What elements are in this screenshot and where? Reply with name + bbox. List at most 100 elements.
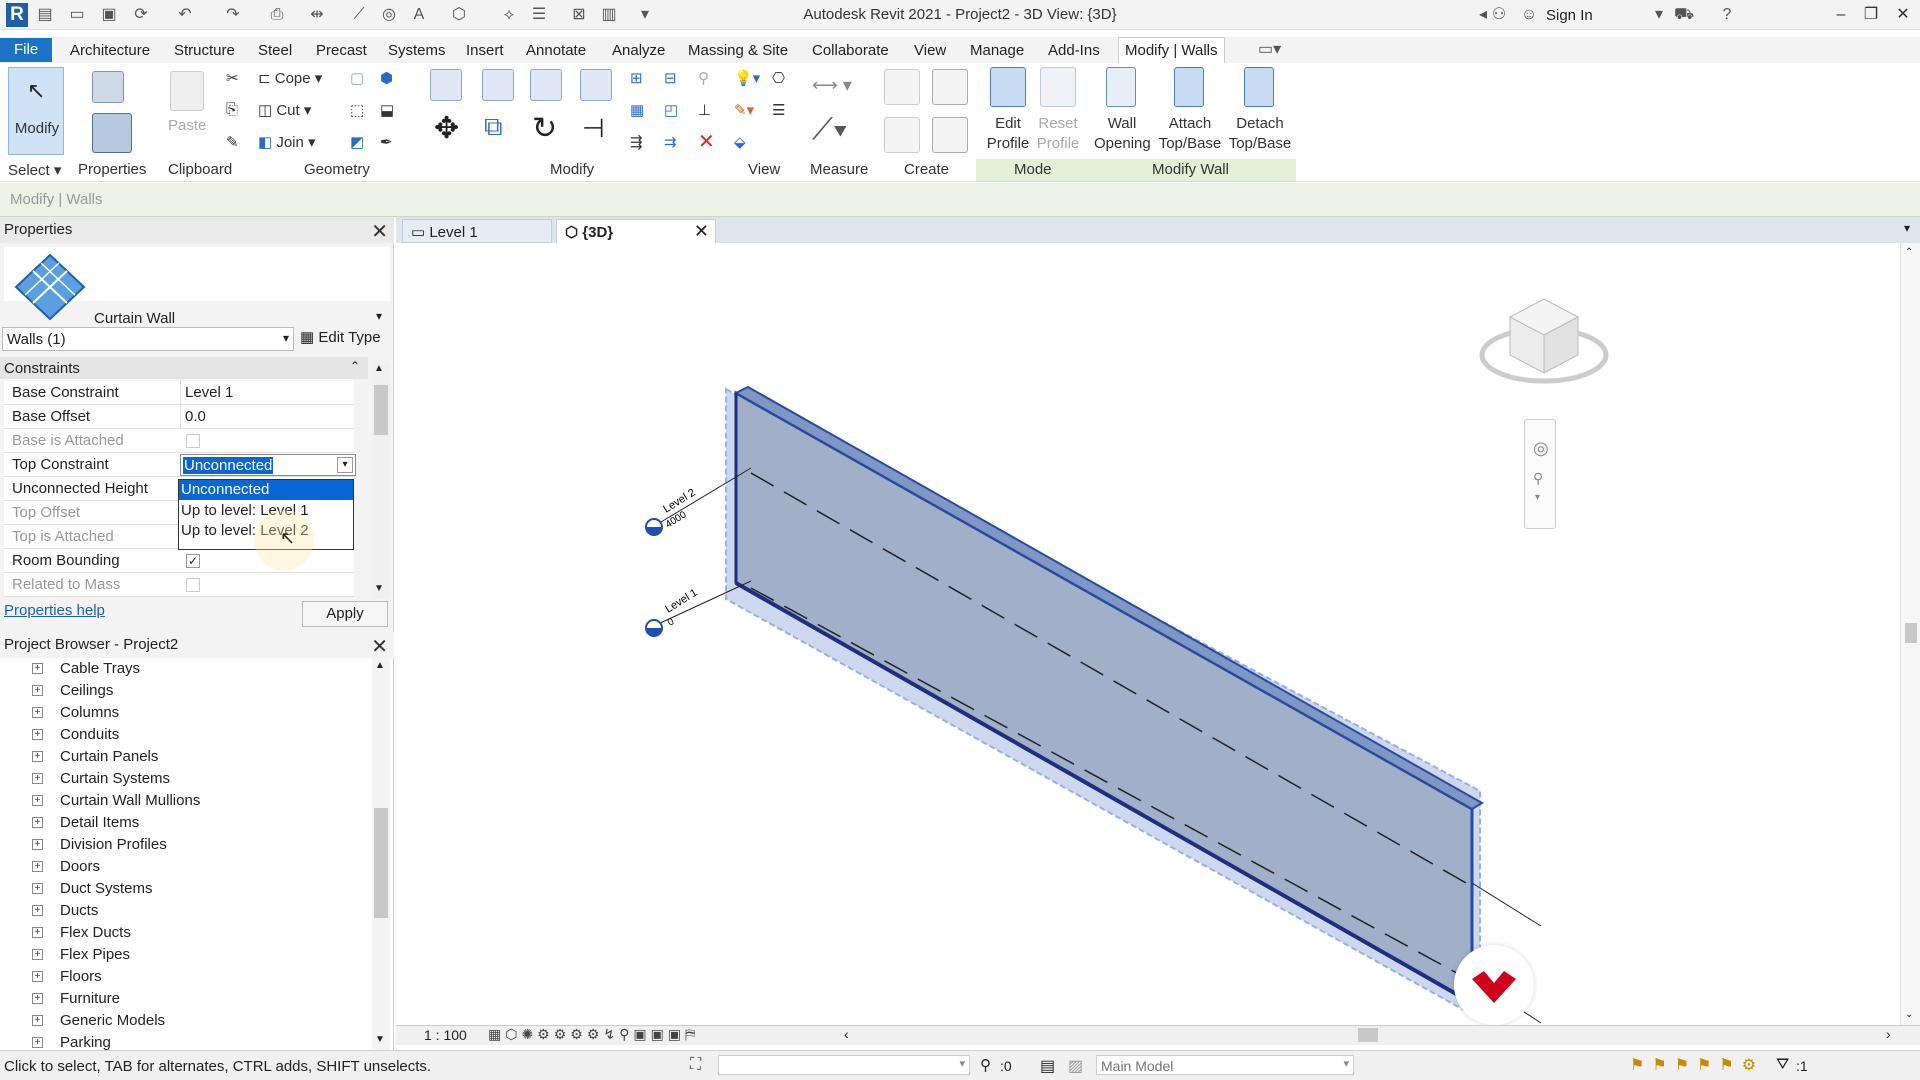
select-panel[interactable]: Select ▾	[8, 161, 61, 179]
tab-annotate[interactable]: Annotate	[520, 40, 592, 62]
scroll-down-icon[interactable]: ⌄	[1905, 1009, 1913, 1020]
expand-icon[interactable]: +	[32, 817, 43, 828]
tree-item[interactable]: + Columns	[0, 702, 370, 724]
trim-icon[interactable]: ⊣	[582, 113, 605, 144]
scale-icon[interactable]: ◰	[664, 101, 678, 119]
view-canvas[interactable]: Level 2 4000 Level 1 0 ◎ ⚲ ▾	[396, 243, 1900, 1025]
mirror-draw-icon[interactable]	[580, 69, 612, 101]
extend-icon[interactable]: ⇉	[664, 133, 677, 151]
measure-distance-icon[interactable]: ⟋▾	[812, 113, 848, 147]
tree-item[interactable]: + Parking	[0, 1032, 370, 1050]
aligned-dimension-icon[interactable]: ⟷ ▾	[812, 75, 852, 96]
tab-add-ins[interactable]: Add-Ins	[1042, 40, 1106, 62]
view-scale[interactable]: 1 : 100	[424, 1027, 467, 1043]
scroll-thumb[interactable]	[1905, 623, 1917, 643]
instance-filter-select[interactable]: Walls (1) ▾	[2, 327, 294, 351]
expand-icon[interactable]: +	[32, 663, 43, 674]
override-graphics-icon[interactable]: ⎔	[772, 69, 785, 87]
scroll-down-icon[interactable]: ▼	[375, 1034, 385, 1045]
tree-item[interactable]: + Flex Ducts	[0, 922, 370, 944]
pin-icon[interactable]: ⊥	[698, 101, 711, 119]
create-group-icon[interactable]	[884, 117, 920, 153]
tab-collaborate[interactable]: Collaborate	[806, 40, 895, 62]
expand-icon[interactable]: +	[32, 1015, 43, 1026]
mirror-pick-icon[interactable]	[530, 69, 562, 101]
selection-settings-icons[interactable]: ⚑⚑⚑⚑⚑⚙	[1630, 1055, 1764, 1075]
expand-icon[interactable]: +	[32, 861, 43, 872]
copy-element-icon[interactable]: ⧉	[484, 111, 503, 143]
room-bounding-checkbox[interactable]: ✓	[186, 554, 200, 568]
hide-in-view-icon[interactable]: 💡▾	[734, 69, 760, 87]
tree-item[interactable]: + Furniture	[0, 988, 370, 1010]
array-icon[interactable]: ▦	[630, 101, 644, 119]
tree-item[interactable]: + Curtain Systems	[0, 768, 370, 790]
binoculars-icon[interactable]: ⚇	[1490, 6, 1508, 24]
type-selector[interactable]: Curtain Wall ▾	[4, 247, 390, 327]
edit-type-button[interactable]: ▦ Edit Type	[300, 328, 381, 352]
prop-row-base-constraint[interactable]: Base Constraint Level 1	[4, 381, 354, 405]
prop-value[interactable]: 0.0	[180, 405, 355, 428]
demolish-icon[interactable]: ⬓	[380, 101, 394, 119]
expand-icon[interactable]: +	[32, 707, 43, 718]
expand-icon[interactable]: +	[32, 927, 43, 938]
line-style-icon[interactable]: ☰	[772, 101, 785, 119]
tree-item[interactable]: + Detail Items	[0, 812, 370, 834]
dropdown-option-unconnected[interactable]: Unconnected	[179, 480, 353, 500]
tab-massing-site[interactable]: Massing & Site	[682, 40, 794, 62]
split-face-icon[interactable]: ⬢	[380, 69, 393, 87]
pick-icon[interactable]: ✒	[380, 133, 393, 151]
tree-item[interactable]: + Ducts	[0, 900, 370, 922]
cart-icon[interactable]: ⛟	[1674, 6, 1694, 24]
join-button[interactable]: ◧ Join ▾	[258, 133, 316, 151]
paint-icon[interactable]: ⬚	[350, 101, 364, 119]
view-vertical-scrollbar[interactable]: ⌃ ⌄	[1900, 243, 1920, 1025]
expand-icon[interactable]: +	[32, 751, 43, 762]
view-control-icons[interactable]: ▦⬡✺⚙⚙⚙⚙↯⚲▣▣▣⛿	[488, 1026, 699, 1043]
modify-tool-button[interactable]: ↖ Modify	[8, 67, 64, 155]
properties-help-link[interactable]: Properties help	[4, 602, 105, 619]
scroll-thumb[interactable]	[374, 385, 388, 435]
tab-insert[interactable]: Insert	[460, 40, 510, 62]
prop-row-top-constraint[interactable]: Top Constraint Unconnected ▾	[4, 453, 356, 477]
align-icon[interactable]	[430, 69, 462, 101]
tab-manage[interactable]: Manage	[964, 40, 1030, 62]
split-icon[interactable]: ⊞	[630, 69, 643, 87]
scroll-up-icon[interactable]: ⌃	[1905, 247, 1913, 258]
scroll-up-icon[interactable]: ▲	[374, 363, 384, 374]
design-option-select[interactable]: Main Model ▾	[1096, 1055, 1354, 1075]
3d-model-view[interactable]: Level 2 4000 Level 1 0	[396, 243, 1900, 1025]
type-properties-icon[interactable]	[92, 71, 124, 103]
linework-icon[interactable]: ✎▾	[734, 101, 754, 119]
cope-button[interactable]: ⊏ Cope ▾	[258, 69, 322, 87]
offset-icon[interactable]	[482, 69, 514, 101]
tree-item[interactable]: + Division Profiles	[0, 834, 370, 856]
restore-button[interactable]: ❐	[1856, 4, 1886, 26]
expand-icon[interactable]: +	[32, 883, 43, 894]
expand-icon[interactable]: +	[32, 905, 43, 916]
chevron-down-icon[interactable]: ▾	[337, 457, 353, 473]
design-options-dialog-icon[interactable]: ▤	[1040, 1056, 1055, 1076]
horizontal-scroll-thumb[interactable]	[1358, 1028, 1378, 1042]
workset-select[interactable]: ▾	[718, 1055, 970, 1075]
tab-3d[interactable]: ⬡ {3D} ✕	[556, 219, 716, 243]
tree-item[interactable]: + Generic Models	[0, 1010, 370, 1032]
expand-icon[interactable]: +	[32, 795, 43, 806]
delete-icon[interactable]: ✕	[698, 129, 715, 154]
minimize-button[interactable]: –	[1826, 4, 1856, 26]
tree-item[interactable]: + Duct Systems	[0, 878, 370, 900]
scroll-right-icon[interactable]: ›	[1886, 1026, 1891, 1042]
chevron-down-icon[interactable]: ▾	[1650, 6, 1668, 24]
close-icon[interactable]: ✕	[371, 634, 388, 659]
worksets-icon[interactable]: ⛶	[690, 1056, 701, 1074]
expand-icon[interactable]: +	[32, 773, 43, 784]
view-cube-small-icon[interactable]: ⬙	[734, 133, 746, 151]
expand-icon[interactable]: +	[32, 993, 43, 1004]
panel-toggle-icon[interactable]: ▭▾	[1258, 41, 1281, 59]
top-constraint-select[interactable]: Unconnected ▾	[180, 454, 356, 476]
zoom-dropdown-icon[interactable]: ▾	[1535, 492, 1540, 503]
create-assembly-icon[interactable]	[884, 69, 920, 105]
scroll-down-icon[interactable]: ▼	[374, 583, 384, 594]
filter-icon[interactable]: ⛛	[1776, 1056, 1789, 1074]
create-similar-icon[interactable]	[932, 117, 968, 153]
tab-level-1[interactable]: ▭ Level 1	[402, 219, 552, 243]
